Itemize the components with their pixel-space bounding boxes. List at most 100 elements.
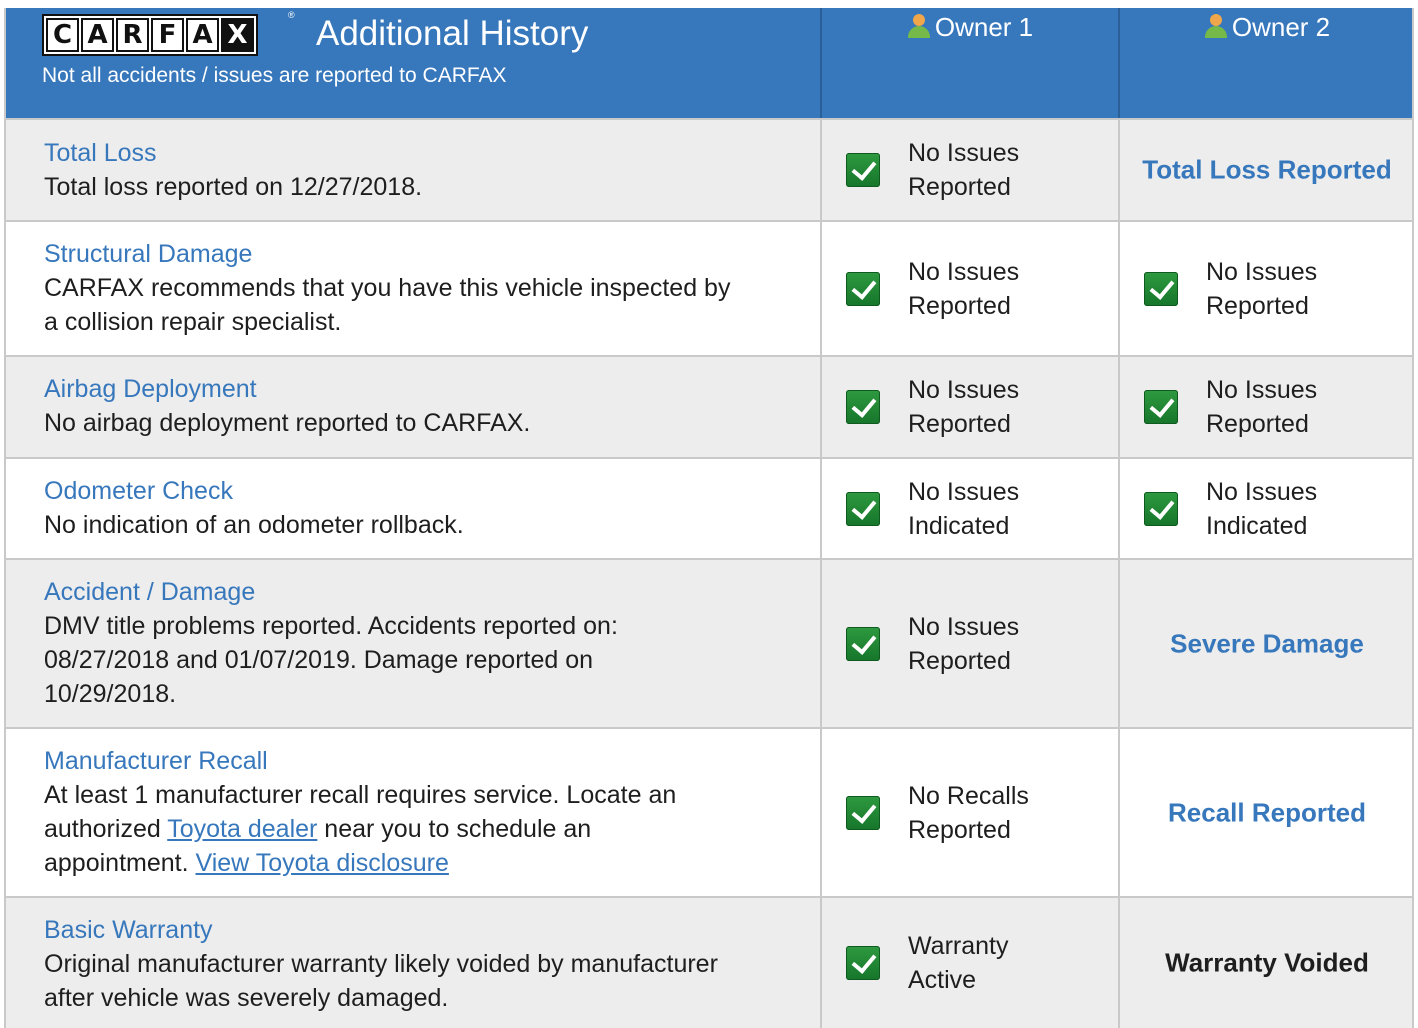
status: No Issues Reported (846, 610, 1118, 678)
person-icon (1204, 14, 1228, 38)
owner2-cell: No Issues Reported (1118, 222, 1414, 355)
row-title-link[interactable]: Accident / Damage (44, 575, 820, 609)
table-row-accident-damage: Accident / Damage DMV title problems rep… (6, 558, 1412, 727)
desc-line: DMV title problems reported. Accidents r… (44, 612, 618, 640)
desc-line: 08/27/2018 and 01/07/2019. Damage report… (44, 646, 594, 674)
owner1-cell: No Issues Reported (820, 560, 1118, 727)
status-text: No Issues Indicated (908, 475, 1019, 543)
owner1-label-wrap: Owner 1 (822, 12, 1118, 43)
row-description: At least 1 manufacturer recall requires … (44, 778, 820, 880)
logo-letter: X (221, 18, 254, 52)
status-line: Reported (908, 815, 1011, 844)
status: No Issues Reported (846, 255, 1118, 323)
row-info: Total Loss Total loss reported on 12/27/… (6, 120, 820, 220)
check-icon (846, 390, 880, 424)
owner2-cell: Total Loss Reported (1118, 120, 1414, 220)
toyota-dealer-link[interactable]: Toyota dealer (167, 815, 317, 843)
owner2-cell: No Issues Indicated (1118, 459, 1414, 558)
carfax-logo[interactable]: C A R F A X (42, 14, 258, 56)
row-title-link[interactable]: Manufacturer Recall (44, 744, 820, 778)
check-icon (1144, 271, 1178, 306)
owner1-cell: No Issues Reported (820, 357, 1118, 457)
row-title-link[interactable]: Total Loss (44, 136, 820, 170)
status-line: Active (908, 966, 977, 994)
row-title-link[interactable]: Odometer Check (44, 474, 820, 508)
row-info: Accident / Damage DMV title problems rep… (6, 560, 820, 727)
owner2-header: Owner 2 (1118, 8, 1414, 118)
owner2-cell: Recall Reported (1118, 729, 1414, 896)
row-title-link[interactable]: Structural Damage (44, 237, 820, 271)
status-line: No Issues (908, 257, 1020, 286)
status: No Issues Reported (846, 136, 1118, 204)
status-line: Warranty (908, 932, 1009, 960)
status-line: Reported (908, 410, 1011, 438)
owner1-cell: Warranty Active (820, 898, 1118, 1028)
owner2-cell: No Issues Reported (1118, 357, 1414, 457)
row-description: No airbag deployment reported to CARFAX. (44, 409, 531, 437)
additional-history-table: C A R F A X ® Additional History Not all… (4, 8, 1414, 1028)
check-icon (846, 626, 880, 661)
row-info: Structural Damage CARFAX recommends that… (6, 222, 820, 355)
check-icon (846, 271, 880, 306)
section-subtitle: Not all accidents / issues are reported … (42, 64, 507, 87)
status-text: No Recalls Reported (908, 779, 1029, 847)
status: No Issues Indicated (846, 475, 1118, 543)
status-flag-link[interactable]: Total Loss Reported (1120, 155, 1414, 186)
owner1-cell: No Issues Reported (820, 222, 1118, 355)
row-description: Total loss reported on 12/27/2018. (44, 173, 423, 201)
check-icon (1144, 491, 1178, 526)
desc-text: authorized (44, 815, 168, 843)
owner1-cell: No Recalls Reported (820, 729, 1118, 896)
status-line: Reported (1206, 410, 1309, 438)
status-line: No Issues (908, 376, 1020, 404)
status-line: Reported (908, 646, 1011, 675)
status: No Issues Reported (1144, 255, 1414, 323)
desc-line: 10/29/2018. (44, 680, 177, 708)
status: Warranty Active (846, 929, 1118, 997)
status-line: No Issues (1206, 376, 1318, 404)
person-icon (907, 14, 931, 38)
owner1-cell: No Issues Reported (820, 120, 1118, 220)
status-line: No Issues (908, 477, 1020, 506)
status-line: Reported (908, 291, 1011, 320)
status-line: No Recalls (908, 781, 1029, 810)
logo-letter: F (151, 18, 184, 52)
status-text: No Issues Reported (1206, 255, 1317, 323)
status-flag-link[interactable]: Severe Damage (1120, 628, 1414, 659)
check-icon (846, 153, 880, 187)
owner1-header: Owner 1 (820, 8, 1118, 118)
row-title-link[interactable]: Basic Warranty (44, 913, 820, 947)
status-flag-link[interactable]: Recall Reported (1120, 797, 1414, 828)
status-line: Indicated (1206, 511, 1308, 540)
status-flag: Warranty Voided (1165, 947, 1369, 978)
status-line: No Issues (908, 612, 1020, 641)
status-line: No Issues (908, 139, 1020, 167)
status-line: Reported (908, 173, 1011, 201)
desc-line: At least 1 manufacturer recall requires … (44, 781, 677, 809)
status-text: No Issues Indicated (1206, 475, 1317, 543)
status-line: Indicated (908, 511, 1010, 540)
check-icon (846, 491, 880, 526)
row-title-link[interactable]: Airbag Deployment (44, 372, 820, 406)
status: No Issues Reported (1144, 373, 1414, 441)
status-line: Reported (1206, 291, 1309, 320)
status-text: No Issues Reported (908, 255, 1019, 323)
status-text: No Issues Reported (1206, 373, 1317, 441)
status: No Issues Indicated (1144, 475, 1414, 543)
table-header: C A R F A X ® Additional History Not all… (6, 8, 1412, 118)
logo-letter: A (81, 18, 114, 52)
desc-text: near you to schedule an (317, 815, 592, 843)
table-row-total-loss: Total Loss Total loss reported on 12/27/… (6, 118, 1412, 220)
owner2-label: Owner 2 (1231, 12, 1331, 42)
status-line: No Issues (1206, 257, 1318, 286)
table-row-manufacturer-recall: Manufacturer Recall At least 1 manufactu… (6, 727, 1412, 896)
row-description: CARFAX recommends that you have this veh… (44, 271, 820, 339)
status-text: Warranty Active (908, 929, 1008, 997)
row-info: Basic Warranty Original manufacturer war… (6, 898, 820, 1028)
logo-letter: R (116, 18, 149, 52)
desc-line: Original manufacturer warranty likely vo… (44, 950, 718, 978)
owner1-label: Owner 1 (934, 12, 1034, 42)
row-info: Manufacturer Recall At least 1 manufactu… (6, 729, 820, 896)
toyota-disclosure-link[interactable]: View Toyota disclosure (196, 849, 449, 877)
table-row-odometer-check: Odometer Check No indication of an odome… (6, 457, 1412, 558)
